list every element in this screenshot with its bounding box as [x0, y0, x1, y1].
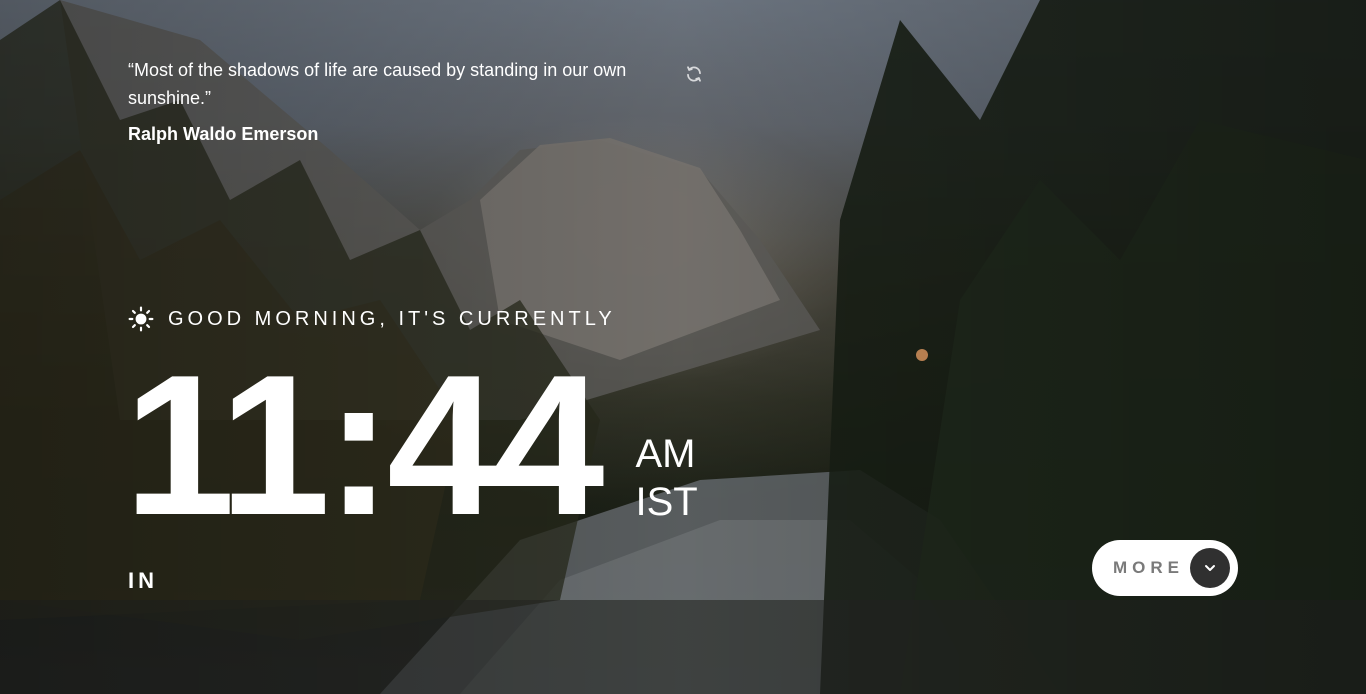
greeting: GOOD MORNING, IT'S CURRENTLY	[128, 306, 616, 332]
quote-author: Ralph Waldo Emerson	[128, 124, 319, 144]
clock: 11:44 AM IST	[124, 346, 698, 546]
greeting-text: GOOD MORNING, IT'S CURRENTLY	[168, 307, 616, 330]
quote-block: “Most of the shadows of life are caused …	[128, 56, 708, 145]
sun-icon	[128, 306, 154, 332]
quote-text: “Most of the shadows of life are caused …	[128, 60, 627, 108]
time-suffix: AM IST	[636, 430, 698, 526]
location: IN	[128, 568, 158, 593]
timezone: IST	[635, 480, 698, 524]
more-arrow-circle	[1190, 548, 1230, 588]
current-time: 11:44	[124, 334, 604, 557]
chevron-down-icon	[1205, 565, 1215, 571]
clock-app: “Most of the shadows of life are caused …	[0, 0, 1366, 694]
meridiem: AM	[635, 432, 696, 476]
refresh-quote-button[interactable]	[683, 63, 705, 85]
refresh-icon	[687, 66, 701, 82]
more-button-label: MORE	[1113, 558, 1184, 577]
more-button[interactable]: MORE	[1092, 540, 1238, 596]
